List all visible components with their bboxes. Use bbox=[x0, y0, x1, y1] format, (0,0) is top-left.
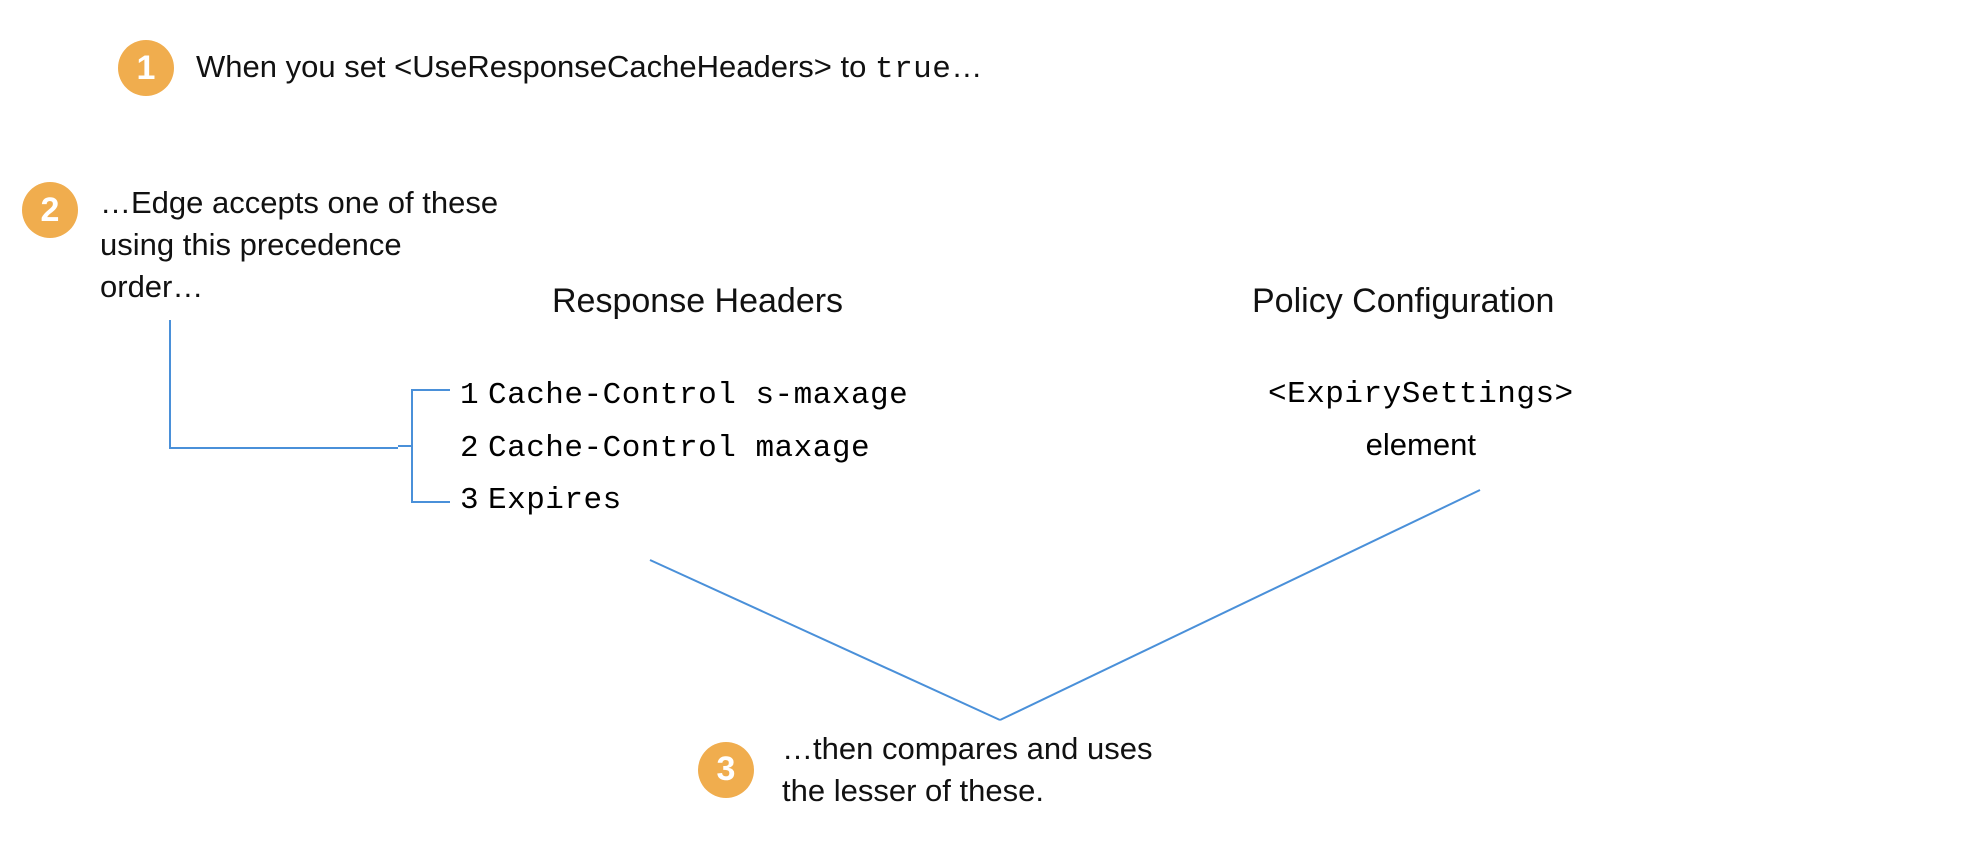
badge-3: 3 bbox=[698, 742, 754, 798]
policy-config: <ExpirySettings> element bbox=[1268, 370, 1574, 469]
header-item-1: 1Cache-Control s-maxage bbox=[460, 370, 908, 423]
header-item-2-name: Cache-Control maxage bbox=[488, 431, 870, 466]
step-1-value: true bbox=[875, 52, 951, 87]
heading-response: Response Headers bbox=[552, 282, 843, 321]
heading-policy: Policy Configuration bbox=[1252, 282, 1554, 321]
step-1: 1 When you set <UseResponseCacheHeaders>… bbox=[118, 40, 982, 96]
header-item-2-num: 2 bbox=[460, 423, 488, 476]
step-1-text: When you set <UseResponseCacheHeaders> t… bbox=[196, 46, 982, 91]
step-1-text-a: When you set bbox=[196, 49, 394, 84]
step-1-text-b: to bbox=[832, 49, 875, 84]
header-item-1-num: 1 bbox=[460, 370, 488, 423]
header-item-2: 2Cache-Control maxage bbox=[460, 423, 908, 476]
step-2-text: …Edge accepts one of these using this pr… bbox=[100, 182, 510, 308]
header-item-3: 3Expires bbox=[460, 475, 908, 528]
badge-1: 1 bbox=[118, 40, 174, 96]
badge-2: 2 bbox=[22, 182, 78, 238]
step-1-text-c: … bbox=[951, 49, 982, 84]
step-3-text: …then compares and uses the lesser of th… bbox=[782, 728, 1202, 812]
step-1-tag: <UseResponseCacheHeaders> bbox=[394, 49, 832, 84]
step-2: 2 …Edge accepts one of these using this … bbox=[22, 182, 510, 308]
policy-word: element bbox=[1366, 427, 1476, 462]
header-item-1-name: Cache-Control s-maxage bbox=[488, 378, 908, 413]
header-item-3-num: 3 bbox=[460, 475, 488, 528]
header-item-3-name: Expires bbox=[488, 483, 622, 518]
step-3: 3 …then compares and uses the lesser of … bbox=[698, 728, 1202, 812]
response-header-list: 1Cache-Control s-maxage 2Cache-Control m… bbox=[460, 370, 908, 528]
policy-tag: <ExpirySettings> bbox=[1268, 370, 1574, 420]
